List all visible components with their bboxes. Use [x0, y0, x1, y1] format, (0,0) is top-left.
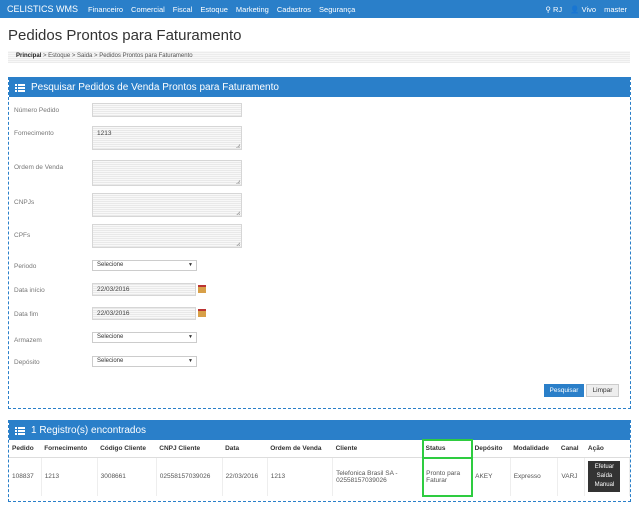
cpfs-label: CPFs [14, 232, 31, 239]
menu-marketing[interactable]: Marketing [236, 5, 269, 14]
cell-cliente: Telefonica Brasil SA - 02558157039026 [332, 457, 424, 496]
col-codigo-cliente[interactable]: Código Cliente [97, 440, 157, 458]
location-selector[interactable]: ⚲ RJ [545, 5, 562, 14]
breadcrumb: Principal > Estoque > Saida > Pedidos Pr… [8, 51, 630, 63]
col-cnpj-cliente[interactable]: CNPJ Cliente [156, 440, 223, 458]
col-status[interactable]: Status [421, 439, 473, 459]
cell-status: Pronto para Faturar [421, 456, 473, 497]
page-title: Pedidos Prontos para Faturamento [8, 27, 242, 44]
col-canal[interactable]: Canal [557, 440, 585, 458]
numero-pedido-label: Número Pedido [14, 107, 60, 114]
cell-ordem-venda: 1213 [267, 457, 334, 496]
periodo-label: Periodo [14, 263, 37, 270]
col-deposito[interactable]: Depósito [471, 440, 511, 458]
ordem-venda-textarea[interactable] [92, 160, 242, 186]
cell-deposito: AKEY [471, 457, 511, 496]
cell-canal: VARJ [557, 457, 586, 496]
chevron-down-icon: ▼ [188, 334, 193, 340]
efetuar-saida-manual-button[interactable]: Efetuar Saída Manual [588, 461, 621, 493]
fornecimento-label: Fornecimento [14, 130, 54, 137]
cell-fornecimento: 1213 [41, 457, 98, 496]
fornecimento-textarea[interactable]: 1213 [92, 126, 242, 150]
chevron-down-icon: ▼ [188, 358, 193, 364]
results-panel-title: 1 Registro(s) encontrados [31, 425, 147, 436]
cell-data: 22/03/2016 [222, 457, 268, 496]
user-menu[interactable]: 👤 Vivo [570, 5, 596, 14]
periodo-selected: Selecione [97, 262, 124, 268]
table-row: 108837 1213 3008661 02558157039026 22/03… [9, 456, 630, 497]
cpfs-textarea[interactable] [92, 224, 242, 248]
data-inicio-label: Data início [14, 287, 45, 294]
calendar-icon[interactable] [198, 285, 206, 293]
list-icon [15, 83, 25, 92]
col-cliente[interactable]: Cliente [332, 440, 423, 458]
menu-estoque[interactable]: Estoque [200, 5, 228, 14]
cnpjs-textarea[interactable] [92, 193, 242, 217]
armazem-label: Armazem [14, 337, 42, 344]
ordem-venda-label: Ordem de Venda [14, 164, 64, 171]
app-brand[interactable]: CELISTICS WMS [0, 4, 88, 14]
cell-modalidade: Expresso [510, 457, 559, 496]
clear-button[interactable]: Limpar [586, 384, 619, 397]
numero-pedido-input[interactable] [92, 103, 242, 117]
cell-cnpj-cliente: 02558157039026 [156, 457, 223, 496]
deposito-selected: Selecione [97, 358, 124, 364]
top-navbar: CELISTICS WMS Financeiro Comercial Fisca… [0, 0, 639, 18]
menu-fiscal[interactable]: Fiscal [173, 5, 193, 14]
search-panel: Pesquisar Pedidos de Venda Prontos para … [8, 77, 631, 409]
col-pedido[interactable]: Pedido [9, 440, 42, 458]
breadcrumb-path: > Estoque > Saida > Pedidos Prontos para… [41, 53, 193, 59]
menu-cadastros[interactable]: Cadastros [277, 5, 311, 14]
col-modalidade[interactable]: Modalidade [510, 440, 558, 458]
user-name: Vivo [581, 4, 597, 14]
search-panel-header: Pesquisar Pedidos de Venda Prontos para … [9, 78, 630, 97]
cell-acao: Efetuar Saída Manual [584, 457, 630, 496]
user-role[interactable]: master [604, 5, 627, 14]
results-panel: 1 Registro(s) encontrados Pedido Forneci… [8, 420, 631, 502]
user-icon: 👤 [570, 4, 580, 14]
cell-pedido: 108837 [9, 457, 42, 496]
col-data[interactable]: Data [222, 440, 268, 458]
periodo-select[interactable]: Selecione ▼ [92, 260, 197, 271]
col-ordem-venda[interactable]: Ordem de Venda [267, 440, 333, 458]
data-inicio-input[interactable]: 22/03/2016 [92, 283, 196, 296]
calendar-icon[interactable] [198, 309, 206, 317]
cnpjs-label: CNPJs [14, 199, 35, 206]
list-icon [15, 426, 25, 435]
search-panel-title: Pesquisar Pedidos de Venda Prontos para … [31, 82, 279, 93]
data-fim-label: Data fim [14, 311, 39, 318]
main-menu: Financeiro Comercial Fiscal Estoque Mark… [88, 5, 355, 14]
col-fornecimento[interactable]: Fornecimento [41, 440, 98, 458]
deposito-select[interactable]: Selecione ▼ [92, 356, 197, 367]
navbar-right: ⚲ RJ 👤 Vivo master [545, 0, 627, 18]
menu-seguranca[interactable]: Segurança [319, 5, 355, 14]
breadcrumb-root[interactable]: Principal [16, 53, 41, 59]
map-pin-icon: ⚲ [545, 4, 551, 14]
data-fim-input[interactable]: 22/03/2016 [92, 307, 196, 320]
results-panel-header: 1 Registro(s) encontrados [9, 421, 630, 440]
chevron-down-icon: ▼ [188, 262, 193, 268]
table-header-row: Pedido Fornecimento Código Cliente CNPJ … [9, 439, 630, 459]
armazem-select[interactable]: Selecione ▼ [92, 332, 197, 343]
cell-codigo-cliente: 3008661 [97, 457, 157, 496]
location-label: RJ [553, 4, 563, 14]
menu-financeiro[interactable]: Financeiro [88, 5, 123, 14]
deposito-label: Depósito [14, 359, 40, 366]
results-table: Pedido Fornecimento Código Cliente CNPJ … [9, 439, 630, 497]
menu-comercial[interactable]: Comercial [131, 5, 165, 14]
col-acao: Ação [584, 440, 630, 458]
search-button[interactable]: Pesquisar [544, 384, 584, 397]
armazem-selected: Selecione [97, 334, 124, 340]
